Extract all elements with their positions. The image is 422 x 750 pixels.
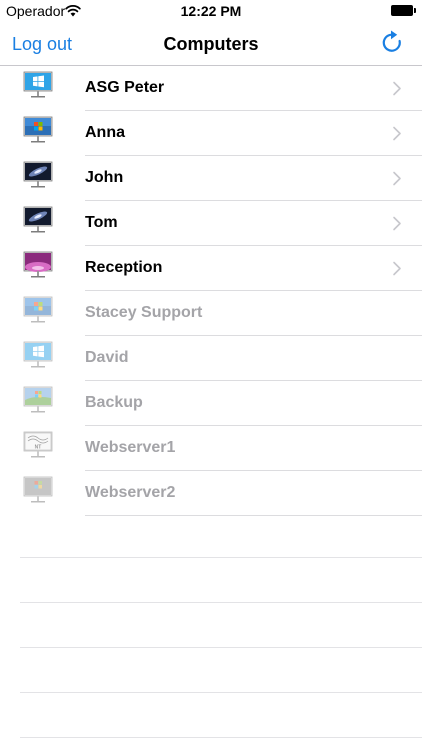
computer-row[interactable]: Reception: [0, 246, 422, 291]
chevron-right-icon: [393, 261, 401, 276]
computer-row[interactable]: Backup: [0, 381, 422, 426]
status-bar: Operador 12:22 PM: [0, 0, 422, 22]
computer-windows-nt-icon: NT: [23, 431, 53, 458]
computer-windows-xp-grey-icon: [23, 476, 53, 503]
computer-row[interactable]: Webserver2: [0, 471, 422, 516]
empty-row: [20, 648, 422, 693]
computer-macos-galaxy-icon: [23, 206, 53, 233]
empty-row: [20, 513, 422, 558]
refresh-icon[interactable]: [380, 30, 404, 56]
computer-row[interactable]: Tom: [0, 201, 422, 246]
computer-macos-galaxy-icon: [23, 161, 53, 188]
chevron-right-icon: [393, 216, 401, 231]
navigation-bar: Log out Computers: [0, 22, 422, 66]
computer-name: Webserver1: [85, 439, 176, 456]
computer-name: David: [85, 349, 129, 366]
computer-windows8-icon: [23, 341, 53, 368]
chevron-right-icon: [393, 81, 401, 96]
chevron-right-icon: [393, 126, 401, 141]
empty-list-area: [20, 513, 422, 738]
computer-name: Backup: [85, 394, 143, 411]
computer-windows7-icon: [23, 296, 53, 323]
computer-list: ASG Peter Anna John Tom Reception Stacey Supp…: [0, 66, 422, 516]
computer-row[interactable]: NT Webserver1: [0, 426, 422, 471]
empty-row: [20, 558, 422, 603]
battery-icon: [391, 5, 416, 16]
empty-row: [20, 603, 422, 648]
clock: 12:22 PM: [180, 3, 242, 19]
page-title: Computers: [163, 34, 259, 54]
computer-name: Tom: [85, 214, 118, 231]
computer-name: John: [85, 169, 124, 186]
svg-text:NT: NT: [35, 445, 42, 451]
computer-row[interactable]: Anna: [0, 111, 422, 156]
computer-row[interactable]: David: [0, 336, 422, 381]
computer-name: Anna: [85, 124, 125, 141]
computer-name: Reception: [85, 259, 163, 276]
computer-macos-pink-icon: [23, 251, 53, 278]
chevron-right-icon: [393, 171, 401, 186]
computer-windows8-icon: [23, 71, 53, 98]
computer-windows-xp-icon: [23, 386, 53, 413]
computer-name: Stacey Support: [85, 304, 203, 321]
computer-row[interactable]: Stacey Support: [0, 291, 422, 336]
computer-row[interactable]: ASG Peter: [0, 66, 422, 111]
computer-name: Webserver2: [85, 484, 176, 501]
empty-row: [20, 693, 422, 738]
computer-windows7-icon: [23, 116, 53, 143]
computer-row[interactable]: John: [0, 156, 422, 201]
computer-name: ASG Peter: [85, 79, 165, 96]
